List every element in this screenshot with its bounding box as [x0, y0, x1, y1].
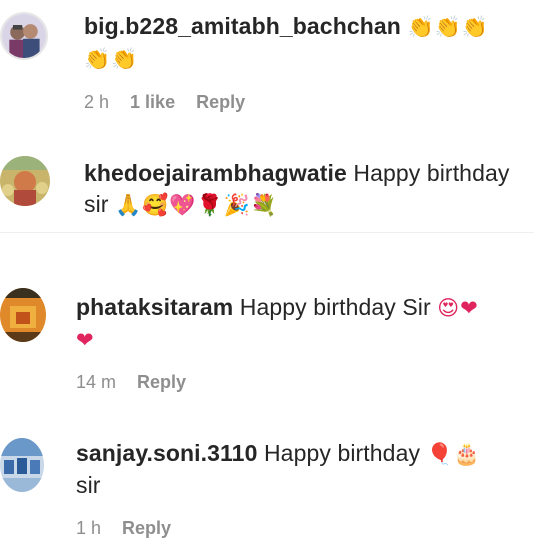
clap-emojis: 👏👏 — [84, 47, 139, 71]
divider — [0, 232, 534, 233]
comment-item: sanjay.soni.3110 Happy birthday 🎈🎂 sir 1… — [0, 430, 534, 538]
avatar[interactable] — [0, 12, 48, 60]
comment-message: Happy birthday — [263, 440, 421, 466]
comment-message: Happy birthday Sir — [239, 294, 431, 320]
reply-button[interactable]: Reply — [122, 518, 171, 538]
comment-text: phataksitaram Happy birthday Sir 😍❤ ❤ — [76, 292, 520, 356]
emoji-sequence: 😍❤ — [437, 296, 479, 320]
comment-body: sanjay.soni.3110 Happy birthday 🎈🎂 sir — [76, 438, 520, 501]
comment-time: 14 m — [76, 372, 117, 392]
comment-username[interactable]: khedoejairambhagwatie — [84, 160, 347, 186]
comment-item: big.b228_amitabh_bachchan 👏👏👏 👏👏 2 h 1 l… — [0, 0, 534, 125]
comment-meta: 1 h Reply — [76, 518, 187, 539]
comment-username[interactable]: phataksitaram — [76, 294, 233, 320]
comment-body: khedoejairambhagwatie Happy birthday sir… — [84, 158, 520, 221]
comment-message-continued: sir — [76, 472, 101, 498]
comment-meta: 14 m Reply — [76, 372, 202, 393]
emoji-sequence: 🎈🎂 — [426, 442, 481, 466]
heart-emoji: ❤ — [76, 328, 95, 352]
avatar-deity-icon — [0, 156, 50, 206]
avatar[interactable] — [0, 288, 46, 342]
comment-username[interactable]: sanjay.soni.3110 — [76, 440, 257, 466]
comment-body: phataksitaram Happy birthday Sir 😍❤ ❤ — [76, 292, 520, 356]
comment-item: khedoejairambhagwatie Happy birthday sir… — [0, 148, 534, 232]
clap-emojis: 👏👏👏 — [407, 15, 489, 39]
comment-meta: 2 h 1 like Reply — [84, 92, 261, 113]
reply-button[interactable]: Reply — [137, 372, 186, 392]
avatar-group-blue-icon — [0, 438, 44, 492]
comment-text: khedoejairambhagwatie Happy birthday sir… — [84, 158, 520, 221]
reply-button[interactable]: Reply — [196, 92, 245, 112]
comment-item: phataksitaram Happy birthday Sir 😍❤ ❤ 14… — [0, 282, 534, 402]
avatar[interactable] — [0, 438, 44, 492]
avatar[interactable] — [0, 156, 50, 206]
comment-text: big.b228_amitabh_bachchan 👏👏👏 👏👏 — [84, 11, 520, 75]
emoji-sequence: 🙏🥰💖🌹🎉💐 — [115, 193, 278, 217]
comment-body: big.b228_amitabh_bachchan 👏👏👏 👏👏 — [84, 11, 520, 75]
comment-message-continued: sir — [84, 191, 109, 217]
comment-time: 2 h — [84, 92, 110, 112]
avatar-two-people-icon — [2, 14, 46, 58]
comment-username[interactable]: big.b228_amitabh_bachchan — [84, 13, 401, 39]
comment-text: sanjay.soni.3110 Happy birthday 🎈🎂 sir — [76, 438, 520, 501]
avatar-orange-shrine-icon — [0, 288, 46, 342]
comment-time: 1 h — [76, 518, 102, 538]
like-count[interactable]: 1 like — [130, 92, 175, 112]
comment-message: Happy birthday — [353, 160, 510, 186]
